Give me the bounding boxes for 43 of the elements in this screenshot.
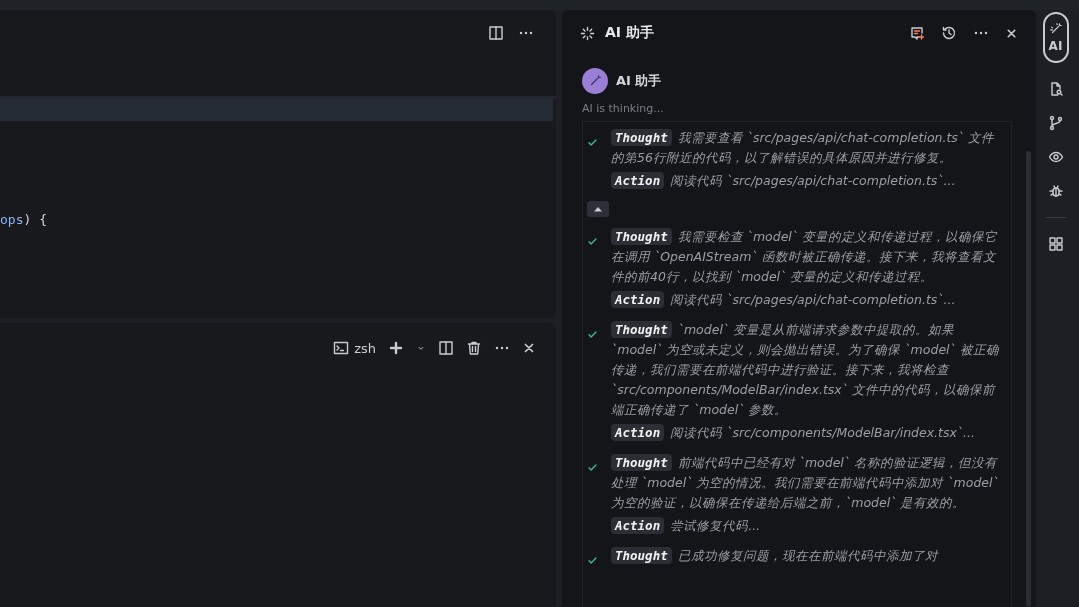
grid-icon — [1047, 236, 1064, 252]
check-icon — [587, 236, 598, 247]
terminal-icon — [333, 340, 350, 356]
eye-icon — [1047, 149, 1064, 165]
action-text: Action 阅读代码 `src/pages/api/chat-completion.ts`... — [611, 171, 1001, 191]
check-icon — [587, 137, 598, 148]
magic-wand-icon — [1048, 22, 1063, 36]
thought-text: Thought 我需要查看 `src/pages/api/chat-completion.ts` 文件的第56行附近的代码，以了解错误的具体原因并进行修复。 — [611, 128, 996, 167]
ai-tab[interactable]: AI — [1042, 12, 1069, 63]
trash-icon[interactable] — [466, 340, 482, 356]
collapse-button[interactable] — [587, 201, 609, 217]
plus-icon[interactable] — [388, 340, 404, 356]
branch-icon — [1047, 115, 1064, 131]
branch-tab[interactable] — [1047, 115, 1064, 131]
history-icon[interactable] — [941, 25, 957, 41]
thought-text: Thought `model` 变量是从前端请求参数中提取的。如果 `model` 为空或未定义，则会抛出错误。为了确保 `model` 被正确传递，我们需要在前端代码中进行验证。接下来，我将检查 `src/components/ModelBar/index.tsx` 文件中的代码，以确保前端正确传递了 `model` 参数。 — [611, 320, 1000, 419]
bug-icon — [1047, 183, 1064, 199]
code-line: ops) { — [0, 212, 48, 227]
shell-tab[interactable]: zsh — [333, 340, 376, 356]
split-icon[interactable] — [488, 25, 504, 41]
thought-text: Thought 已成功修复问题，现在在前端代码中添加了对 — [611, 546, 1001, 566]
thought-text: Thought 前端代码中已经有对 `model` 名称的验证逻辑，但没有处理 `model` 为空的情况。我们需要在前端代码中添加对 `model` 为空的验证，以确保在传递给后端之前，`model` 是有效的。 — [611, 453, 1000, 512]
magic-wand-icon — [588, 74, 602, 88]
action-text: Action 阅读代码 `src/pages/api/chat-completion.ts`... — [611, 290, 1001, 310]
scrollbar[interactable] — [1026, 151, 1031, 607]
check-icon — [587, 329, 598, 340]
check-icon — [587, 462, 598, 473]
thought-text: Thought 我需要检查 `model` 变量的定义和传递过程，以确保它在调用 `OpenAIStream` 函数时被正确传递。接下来，我将查看文件的前40行，以找到 `model` 变量的定义和传递过程。 — [611, 227, 999, 286]
assistant-name: AI 助手 — [616, 72, 662, 90]
action-text: Action 阅读代码 `src/components/ModelBar/index.tsx`... — [611, 423, 1001, 443]
check-icon — [587, 555, 598, 566]
bug-tab[interactable] — [1047, 183, 1064, 199]
status-text: AI is thinking... — [581, 101, 665, 117]
new-chat-icon[interactable] — [909, 25, 925, 41]
grid-tab[interactable] — [1047, 236, 1064, 252]
action-text: Action 尝试修复代码... — [611, 516, 1001, 536]
close-icon[interactable] — [522, 341, 536, 355]
eye-tab[interactable] — [1047, 149, 1064, 165]
sparkle-icon — [580, 25, 595, 41]
split-icon[interactable] — [438, 340, 454, 356]
triangle-up-icon — [593, 206, 603, 212]
close-icon[interactable] — [1005, 26, 1018, 40]
panel-title: AI 助手 — [605, 24, 655, 42]
